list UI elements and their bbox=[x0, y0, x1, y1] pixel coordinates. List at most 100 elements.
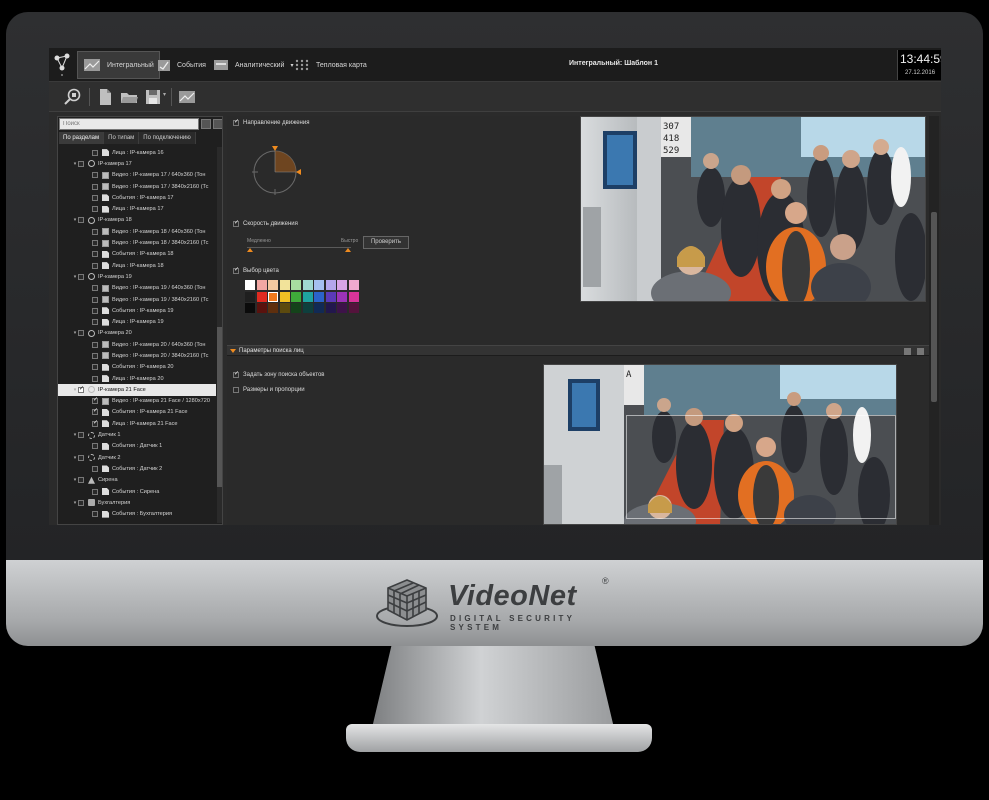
tree-checkbox[interactable] bbox=[78, 273, 84, 280]
tree-checkbox[interactable] bbox=[92, 172, 98, 179]
tree-row[interactable]: Лица : IP-камера 17 bbox=[58, 203, 216, 214]
color-swatch[interactable] bbox=[279, 280, 290, 290]
main-scrollbar-thumb[interactable] bbox=[931, 212, 937, 402]
app-logo-icon[interactable] bbox=[51, 50, 73, 80]
color-swatch[interactable] bbox=[291, 280, 301, 290]
tree-row[interactable]: Лица : IP-камера 19 bbox=[58, 316, 216, 327]
color-swatch[interactable] bbox=[291, 291, 301, 302]
tree-checkbox[interactable] bbox=[92, 511, 98, 518]
tree-row[interactable]: Лица : IP-камера 18 bbox=[58, 260, 216, 271]
tree-row[interactable]: События : IP-камера 17 bbox=[58, 192, 216, 203]
folder-open-icon[interactable] bbox=[119, 87, 139, 107]
tree-row[interactable]: События : Сирена bbox=[58, 486, 216, 497]
tree-row[interactable]: Видео : IP-камера 20 / 640x360 (Тон bbox=[58, 339, 216, 350]
color-option[interactable]: Выбор цвета bbox=[233, 266, 279, 274]
color-swatch[interactable] bbox=[245, 291, 255, 302]
slider-track[interactable] bbox=[247, 247, 351, 248]
tree-checkbox[interactable] bbox=[78, 217, 84, 224]
tree-checkbox[interactable] bbox=[78, 499, 84, 506]
tree-checkbox[interactable] bbox=[92, 319, 98, 326]
tree-checkbox[interactable] bbox=[92, 240, 98, 247]
tree-row[interactable]: Видео : IP-камера 17 / 640x360 (Тон bbox=[58, 170, 216, 181]
tree-row[interactable]: События : IP-камера 20 bbox=[58, 362, 216, 373]
tree-row[interactable]: ▾ IP-камера 19 bbox=[58, 271, 216, 282]
face-search-section-header[interactable]: Параметры поиска лиц bbox=[227, 345, 929, 356]
search-zone-option[interactable]: Задать зону поиска объектов bbox=[233, 370, 324, 378]
color-swatch[interactable] bbox=[337, 291, 347, 302]
search-zone-checkbox[interactable] bbox=[233, 370, 239, 378]
speed-option[interactable]: Скорость движения bbox=[233, 219, 298, 227]
tree-row[interactable]: События : Датчик 1 bbox=[58, 441, 216, 452]
slider-max-handle[interactable] bbox=[345, 248, 351, 252]
tree-checkbox[interactable] bbox=[78, 454, 84, 461]
color-swatch[interactable] bbox=[325, 280, 336, 290]
tree-checkbox[interactable] bbox=[78, 330, 84, 337]
color-swatch[interactable] bbox=[268, 291, 278, 302]
color-swatch[interactable] bbox=[314, 303, 324, 313]
tree-row[interactable]: Видео : IP-камера 18 / 640x360 (Тон bbox=[58, 226, 216, 237]
zoom-search-icon[interactable] bbox=[63, 87, 83, 107]
tree-checkbox[interactable] bbox=[92, 307, 98, 314]
color-swatch[interactable] bbox=[268, 303, 278, 313]
tree-row[interactable]: Лица : IP-камера 16 bbox=[58, 147, 216, 158]
tree-checkbox[interactable] bbox=[92, 488, 98, 495]
slider-min-handle[interactable] bbox=[247, 248, 253, 252]
tree-checkbox[interactable] bbox=[78, 432, 84, 439]
tab-by-connection[interactable]: По подключению bbox=[139, 132, 196, 144]
tab-analytics[interactable]: Аналитический ▾ bbox=[208, 51, 298, 79]
layout-icon[interactable] bbox=[177, 87, 197, 107]
object-search-zone[interactable] bbox=[626, 415, 896, 519]
color-swatch[interactable] bbox=[245, 280, 255, 290]
color-swatch[interactable] bbox=[325, 303, 336, 313]
color-swatch[interactable] bbox=[268, 280, 278, 290]
color-swatch[interactable] bbox=[337, 303, 347, 313]
tree-checkbox[interactable] bbox=[92, 341, 98, 348]
speed-slider[interactable]: Медленно Быстро bbox=[247, 238, 358, 252]
direction-checkbox[interactable] bbox=[233, 118, 239, 126]
tree-row[interactable]: События : Бухгалтерия bbox=[58, 509, 216, 520]
collapse-arrow-icon[interactable] bbox=[230, 349, 236, 353]
speed-checkbox[interactable] bbox=[233, 219, 239, 227]
check-speed-button[interactable]: Проверить bbox=[363, 236, 409, 249]
tree-scrollbar[interactable] bbox=[217, 147, 222, 523]
tab-integral[interactable]: Интегральный bbox=[77, 51, 160, 79]
export-icon[interactable] bbox=[917, 348, 924, 355]
size-proportion-option[interactable]: Размеры и пропорции bbox=[233, 387, 305, 393]
tree-checkbox[interactable] bbox=[92, 465, 98, 472]
color-swatch[interactable] bbox=[302, 291, 313, 302]
tree-checkbox[interactable] bbox=[92, 352, 98, 359]
color-swatch[interactable] bbox=[291, 303, 301, 313]
tree-checkbox[interactable] bbox=[92, 285, 98, 292]
pin-icon[interactable] bbox=[904, 348, 911, 355]
tree-checkbox[interactable] bbox=[92, 396, 98, 405]
save-icon[interactable] bbox=[143, 87, 163, 107]
tree-row[interactable]: ▾ Бухгалтерия bbox=[58, 497, 216, 508]
tree-checkbox[interactable] bbox=[92, 206, 98, 213]
color-swatch[interactable] bbox=[337, 280, 347, 290]
color-swatch[interactable] bbox=[256, 280, 267, 290]
tab-heatmap[interactable]: Тепловая карта bbox=[289, 51, 372, 79]
chevron-down-icon[interactable]: ▾ bbox=[163, 91, 166, 98]
tree-checkbox[interactable] bbox=[78, 477, 84, 484]
color-swatch[interactable] bbox=[256, 291, 267, 302]
color-swatch[interactable] bbox=[314, 280, 324, 290]
tree-checkbox[interactable] bbox=[78, 160, 84, 167]
tree-row[interactable]: Лица : IP-камера 21 Face bbox=[58, 418, 216, 429]
tree-row[interactable]: ▾ IP-камера 20 bbox=[58, 328, 216, 339]
tree-row[interactable]: ▾ IP-камера 18 bbox=[58, 215, 216, 226]
color-swatch[interactable] bbox=[256, 303, 267, 313]
tree-row[interactable]: Видео : IP-камера 19 / 3840x2160 (Тс bbox=[58, 294, 216, 305]
tree-checkbox[interactable] bbox=[92, 419, 98, 427]
tree-row[interactable]: Видео : IP-камера 20 / 3840x2160 (Тс bbox=[58, 350, 216, 361]
main-scrollbar[interactable] bbox=[929, 116, 939, 525]
tree-checkbox[interactable] bbox=[92, 251, 98, 258]
tree-row[interactable]: События : Датчик 2 bbox=[58, 463, 216, 474]
color-swatch[interactable] bbox=[302, 280, 313, 290]
color-swatch[interactable] bbox=[245, 303, 255, 313]
tree-checkbox[interactable] bbox=[92, 228, 98, 235]
tree-row[interactable]: Видео : IP-камера 21 Face / 1280x720 bbox=[58, 396, 216, 407]
tree-row[interactable]: События : IP-камера 19 bbox=[58, 305, 216, 316]
tree-checkbox[interactable] bbox=[92, 149, 98, 156]
color-swatch[interactable] bbox=[302, 303, 313, 313]
color-swatch[interactable] bbox=[279, 291, 290, 302]
